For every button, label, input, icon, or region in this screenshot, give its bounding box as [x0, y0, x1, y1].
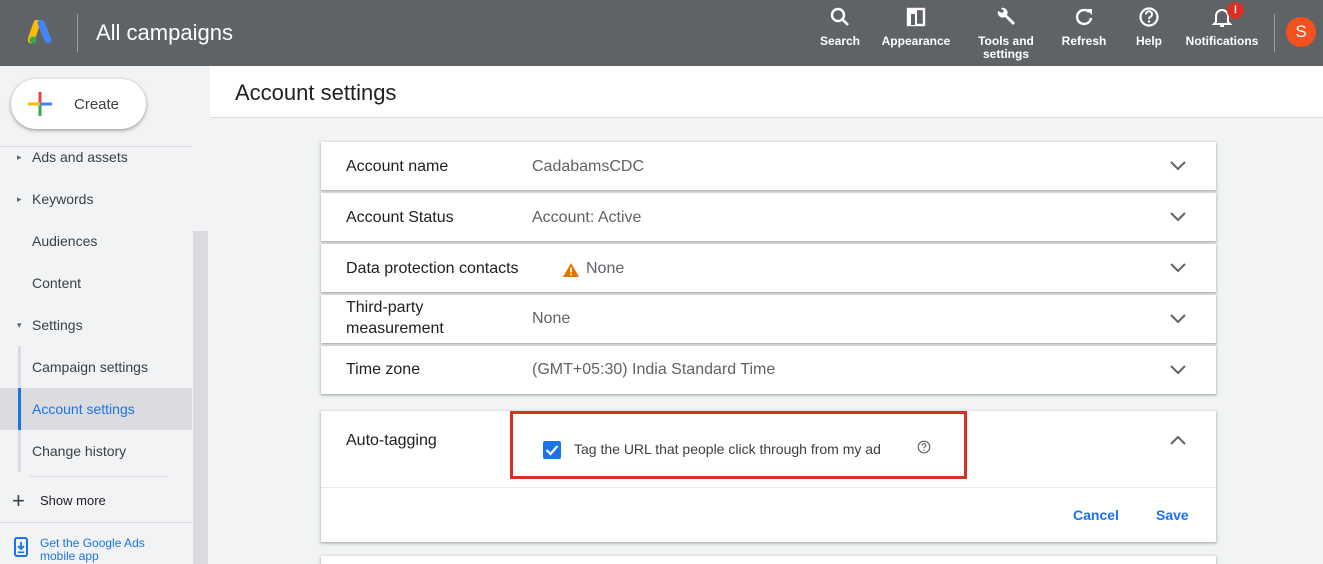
- tools-and-settings-label: Tools and settings: [978, 34, 1034, 61]
- next-card: [321, 556, 1216, 564]
- create-button[interactable]: Create: [11, 79, 146, 129]
- row-value: CadabamsCDC: [532, 158, 645, 175]
- sidebar-item-audiences[interactable]: Audiences: [0, 220, 192, 262]
- google-ads-logo[interactable]: [28, 20, 54, 46]
- sidebar-item-campaign-settings[interactable]: Campaign settings: [0, 346, 192, 388]
- sidebar-item-settings[interactable]: ▾ Settings: [0, 304, 192, 346]
- data-protection-contacts-row[interactable]: Data protection contacts None: [321, 244, 1216, 292]
- nav-indent-bar: [18, 346, 21, 388]
- save-button[interactable]: Save: [1156, 507, 1189, 523]
- chevron-up-icon[interactable]: [1170, 435, 1186, 445]
- row-label: Time zone: [346, 361, 421, 378]
- page-title: Account settings: [235, 80, 397, 105]
- appearance-label: Appearance: [881, 34, 951, 48]
- cancel-button[interactable]: Cancel: [1073, 507, 1119, 523]
- nav-active-bar: [18, 388, 21, 430]
- chevron-down-icon: [1170, 161, 1186, 171]
- app-title[interactable]: All campaigns: [96, 20, 233, 46]
- help-label: Help: [1135, 34, 1162, 48]
- page-header: Account settings: [210, 66, 1323, 118]
- chevron-down-icon: [1170, 314, 1186, 324]
- sidebar: Create ▸ Ads and assets ▸ Keywords Audie…: [0, 66, 210, 564]
- panel-divider: [321, 487, 1216, 488]
- row-value: None: [532, 310, 571, 327]
- wrench-icon: [961, 6, 1051, 30]
- sidebar-item-label: Change history: [32, 443, 127, 459]
- auto-tagging-panel: Auto-tagging Tag the URL that people cli…: [321, 411, 1216, 542]
- row-value: (GMT+05:30) India Standard Time: [532, 361, 776, 378]
- sidebar-item-label: Account settings: [32, 401, 135, 417]
- avatar[interactable]: S: [1286, 17, 1316, 47]
- appearance-button[interactable]: Appearance: [871, 6, 961, 48]
- sidebar-item-ads-and-assets[interactable]: ▸ Ads and assets: [0, 136, 192, 178]
- plus-icon: +: [12, 488, 25, 513]
- caret-down-icon: ▾: [17, 320, 22, 330]
- appearance-icon: [871, 6, 961, 30]
- row-value: None: [586, 260, 625, 277]
- get-app-label: Get the Google Ads mobile app: [40, 536, 145, 563]
- sidebar-item-label: Ads and assets: [32, 149, 128, 165]
- sidebar-item-label: Audiences: [32, 233, 98, 249]
- sidebar-item-label: Content: [32, 275, 82, 291]
- sidebar-item-account-settings[interactable]: Account settings: [0, 388, 192, 430]
- chevron-down-icon: [1170, 365, 1186, 375]
- top-bar: All campaigns Search Appearance Tools an…: [0, 0, 1323, 66]
- caret-right-icon: ▸: [17, 152, 22, 162]
- header-divider: [77, 14, 78, 52]
- auto-tagging-label: Auto-tagging: [346, 432, 437, 449]
- show-more-label: Show more: [40, 493, 106, 508]
- chevron-down-icon: [1170, 212, 1186, 222]
- sidebar-scrollbar[interactable]: [193, 231, 208, 564]
- sidebar-item-label: Campaign settings: [32, 359, 148, 375]
- notifications-button[interactable]: ! Notifications: [1177, 2, 1267, 48]
- search-label: Search: [819, 34, 861, 48]
- row-label: Data protection contacts: [346, 260, 519, 277]
- header-divider-right: [1274, 14, 1275, 52]
- sidebar-item-label: Settings: [32, 317, 83, 333]
- highlight-box: [510, 411, 967, 479]
- sidebar-item-change-history[interactable]: Change history: [0, 430, 192, 472]
- time-zone-row[interactable]: Time zone (GMT+05:30) India Standard Tim…: [321, 346, 1216, 394]
- bell-icon: !: [1177, 2, 1267, 30]
- sidebar-item-keywords[interactable]: ▸ Keywords: [0, 178, 192, 220]
- row-label: Account name: [346, 158, 449, 175]
- plus-icon: [28, 92, 52, 116]
- nav-indent-bar: [18, 430, 21, 472]
- sidebar-divider: [30, 476, 168, 477]
- account-name-row[interactable]: Account name CadabamsCDC: [321, 142, 1216, 190]
- refresh-label: Refresh: [1061, 34, 1107, 48]
- sidebar-item-content[interactable]: Content: [0, 262, 192, 304]
- account-status-row[interactable]: Account Status Account: Active: [321, 193, 1216, 241]
- tools-and-settings-button[interactable]: Tools and settings: [961, 6, 1051, 61]
- phone-download-icon: [14, 537, 28, 557]
- row-value: Account: Active: [532, 209, 642, 226]
- caret-right-icon: ▸: [17, 194, 22, 204]
- chevron-down-icon: [1170, 263, 1186, 273]
- sidebar-divider: [0, 522, 192, 523]
- create-label: Create: [74, 96, 120, 113]
- row-label: Account Status: [346, 209, 454, 226]
- sidebar-item-label: Keywords: [32, 191, 94, 207]
- notifications-label: Notifications: [1185, 34, 1259, 48]
- warning-icon: [563, 263, 579, 277]
- row-label: Third-party measurement: [346, 299, 444, 337]
- notification-badge: !: [1227, 2, 1244, 19]
- third-party-measurement-row[interactable]: Third-party measurement None: [321, 295, 1216, 343]
